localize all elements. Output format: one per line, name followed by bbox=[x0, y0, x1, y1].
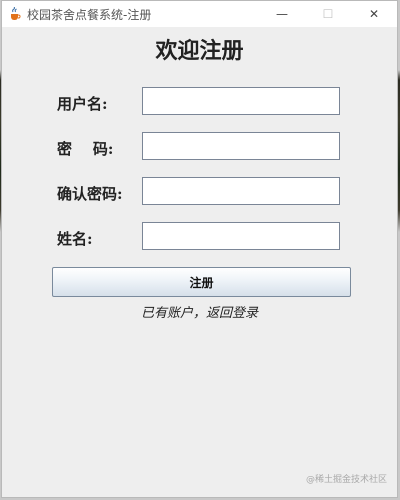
back-to-login-link[interactable]: 已有账户，返回登录 bbox=[2, 302, 397, 321]
confirm-password-label: 确认密码: bbox=[57, 185, 123, 203]
name-label: 姓名: bbox=[57, 230, 93, 248]
name-field[interactable] bbox=[142, 222, 340, 250]
page-title: 欢迎注册 bbox=[155, 38, 244, 64]
confirm-password-field[interactable] bbox=[142, 177, 340, 205]
title-bar[interactable]: 校园茶舍点餐系统-注册 — ☐ ✕ bbox=[2, 1, 397, 27]
password-field[interactable] bbox=[142, 132, 340, 160]
window-controls: — ☐ ✕ bbox=[259, 1, 397, 27]
username-label: 用户名: bbox=[57, 95, 108, 113]
maximize-button[interactable]: ☐ bbox=[305, 1, 351, 27]
close-button[interactable]: ✕ bbox=[351, 1, 397, 27]
register-button-label: 注册 bbox=[189, 275, 214, 290]
java-cup-icon bbox=[8, 7, 22, 21]
register-button[interactable]: 注册 bbox=[52, 267, 351, 297]
username-field[interactable] bbox=[142, 87, 340, 115]
minimize-icon: — bbox=[276, 7, 288, 21]
close-icon: ✕ bbox=[368, 7, 380, 21]
minimize-button[interactable]: — bbox=[259, 1, 305, 27]
maximize-icon: ☐ bbox=[322, 7, 334, 21]
window-title: 校园茶舍点餐系统-注册 bbox=[27, 7, 152, 22]
register-window: 校园茶舍点餐系统-注册 — ☐ ✕ 欢迎注册 用户名: 密 码: 确认密码: 姓… bbox=[1, 0, 398, 498]
password-label: 密 码: bbox=[57, 140, 114, 158]
watermark: @稀土掘金技术社区 bbox=[305, 475, 387, 485]
